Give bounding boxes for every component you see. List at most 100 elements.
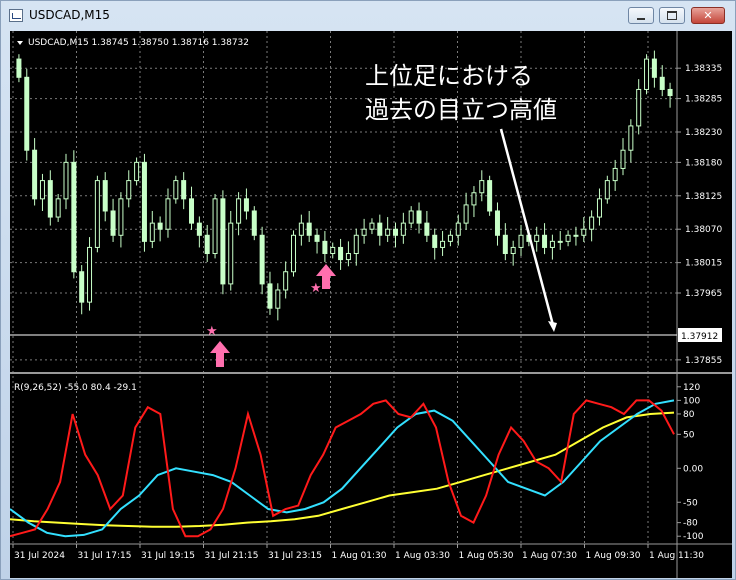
candle-body	[534, 234, 540, 242]
candle-body	[510, 246, 516, 255]
indicator-tick-label: 80	[683, 410, 695, 420]
time-tick-label: 31 Jul 21:15	[205, 551, 259, 561]
candle-body	[557, 240, 563, 243]
up-arrow-icon	[210, 341, 230, 367]
panel-separator[interactable]	[10, 372, 732, 374]
price-tick-label: 1.38070	[685, 225, 722, 235]
candle-body	[416, 210, 422, 224]
candle-body	[189, 198, 195, 224]
annotation-text: 上位足における 過去の目立つ高値	[365, 59, 557, 127]
chart-area[interactable]: 1.37912 ★ ★ USDCAD,M15 1.38745 1.38750 1…	[10, 31, 732, 578]
hline-price-label: 1.37912	[681, 332, 718, 342]
candle-body	[667, 88, 673, 97]
candle-body	[424, 222, 430, 236]
annotation-line-2: 過去の目立つ高値	[365, 96, 557, 124]
candle-body	[604, 180, 610, 200]
candle-body	[149, 222, 155, 242]
candle-body	[502, 234, 508, 255]
indicator-tick-label: 100	[683, 396, 700, 406]
candle-body	[220, 198, 226, 285]
candle-body	[338, 246, 344, 261]
maximize-button[interactable]	[659, 7, 685, 24]
annotation-line-1: 上位足における	[365, 62, 533, 90]
time-tick-label: 31 Jul 2024	[14, 551, 65, 561]
candle-body	[236, 198, 242, 224]
candle-body	[126, 180, 132, 200]
price-tick-label: 1.38285	[685, 95, 722, 105]
time-tick-label: 1 Aug 09:30	[586, 551, 641, 561]
candle-body	[275, 289, 281, 309]
close-button[interactable]: ✕	[691, 7, 725, 24]
candle-body	[298, 222, 304, 236]
candle-body	[455, 222, 461, 236]
candle-body	[549, 240, 555, 248]
candle-body	[24, 76, 30, 151]
price-tick-label: 1.38125	[685, 192, 722, 202]
price-tick-label: 1.38335	[685, 64, 722, 74]
candle-body	[243, 198, 249, 212]
minimize-icon	[637, 17, 645, 20]
candle-body	[32, 149, 38, 200]
title-bar[interactable]: USDCAD,M15 ✕	[1, 1, 735, 31]
candle-body	[494, 210, 500, 236]
candle-body	[432, 234, 438, 248]
candle-body	[471, 192, 477, 206]
candle-body	[565, 234, 571, 242]
maximize-icon	[667, 11, 677, 20]
price-header: USDCAD,M15 1.38745 1.38750 1.38716 1.387…	[28, 38, 249, 48]
window-title: USDCAD,M15	[29, 8, 110, 22]
indicator-panel	[10, 399, 675, 538]
candle-body	[408, 210, 414, 224]
chart-dropdown-icon[interactable]	[17, 41, 23, 45]
candle-body	[463, 204, 469, 224]
candle-body	[659, 76, 665, 90]
candle-body	[204, 234, 210, 255]
candle-body	[102, 180, 108, 212]
candle-body	[228, 222, 234, 285]
candle-body	[87, 246, 93, 303]
candlestick-series	[16, 50, 673, 321]
candle-body	[487, 180, 493, 212]
candle-body	[377, 222, 383, 236]
candle-body	[157, 222, 163, 230]
indicator-tick-label: -100	[683, 532, 704, 542]
candle-body	[596, 198, 602, 218]
candle-body	[251, 210, 257, 236]
annotation-arrow-line[interactable]	[499, 128, 555, 326]
candle-body	[518, 234, 524, 248]
candle-body	[573, 234, 579, 237]
time-tick-label: 1 Aug 11:30	[649, 551, 704, 561]
indicator-axis: 120 100 80 50 0.00 -50 -80 -100	[677, 383, 704, 542]
time-tick-label: 31 Jul 17:15	[78, 551, 132, 561]
candle-body	[71, 161, 77, 273]
indicator-tick-label: 50	[683, 430, 695, 440]
candle-body	[589, 216, 595, 230]
candle-body	[345, 253, 351, 261]
candle-body	[581, 228, 587, 236]
candle-body	[440, 240, 446, 248]
candle-body	[141, 161, 147, 242]
candle-body	[330, 246, 336, 255]
candle-body	[620, 149, 626, 169]
time-axis: 31 Jul 2024 31 Jul 17:15 31 Jul 19:15 31 Ju…	[12, 544, 704, 561]
candle-body	[400, 222, 406, 236]
time-tick-label: 1 Aug 05:30	[459, 551, 514, 561]
time-tick-label: 1 Aug 03:30	[395, 551, 450, 561]
close-icon: ✕	[703, 9, 713, 22]
candle-body	[63, 161, 69, 200]
candle-body	[542, 234, 548, 248]
cyan-line	[10, 399, 675, 538]
candle-body	[110, 210, 116, 236]
candle-body	[369, 222, 375, 230]
candle-body	[134, 161, 140, 182]
candle-body	[181, 180, 187, 200]
candle-body	[196, 222, 202, 236]
star-icon: ★	[206, 324, 218, 339]
candle-body	[314, 234, 320, 242]
price-tick-label: 1.38015	[685, 259, 722, 269]
indicator-tick-label: 0.00	[683, 464, 703, 474]
chart-window-icon	[9, 9, 23, 22]
price-tick-label: 1.38230	[685, 128, 722, 138]
minimize-button[interactable]	[628, 7, 654, 24]
candle-body	[322, 240, 328, 255]
